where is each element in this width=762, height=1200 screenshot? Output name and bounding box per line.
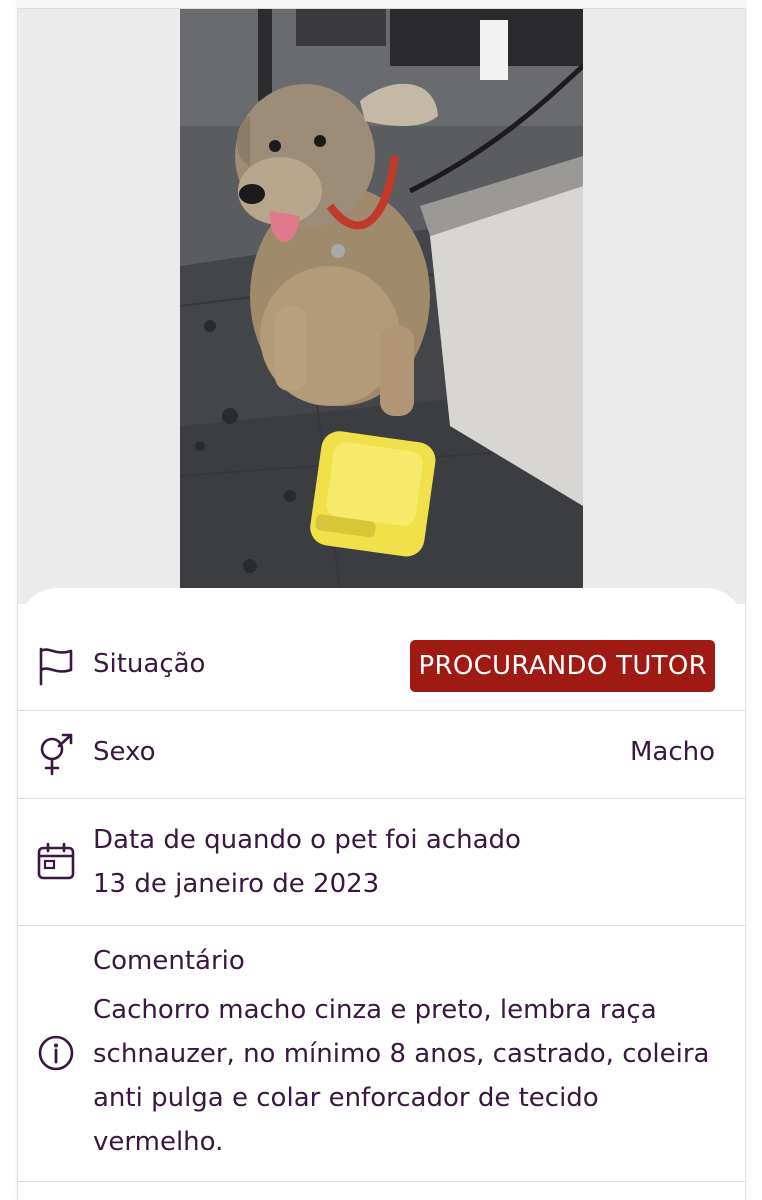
situation-row: Situação PROCURANDO TUTOR bbox=[18, 588, 745, 711]
found-date-row: Data de quando o pet foi achado 13 de ja… bbox=[18, 798, 745, 926]
comment-label: Comentário bbox=[93, 946, 245, 976]
sex-label: Sexo bbox=[93, 737, 156, 767]
found-date-value: 13 de janeiro de 2023 bbox=[93, 869, 380, 899]
details-sheet: Situação PROCURANDO TUTOR Sexo Macho Dat… bbox=[18, 588, 745, 1200]
found-date-label: Data de quando o pet foi achado bbox=[93, 825, 521, 855]
photo-area bbox=[18, 6, 745, 604]
sex-value: Macho bbox=[629, 737, 715, 767]
comment-text: Cachorro macho cinza e preto, lembra raç… bbox=[93, 995, 710, 1157]
calendar-icon bbox=[36, 841, 76, 881]
top-edge bbox=[17, 0, 746, 9]
pet-photo[interactable] bbox=[180, 6, 583, 592]
status-badge: PROCURANDO TUTOR bbox=[410, 640, 715, 692]
flag-icon bbox=[36, 646, 76, 686]
comment-row: Comentário Cachorro macho cinza e preto,… bbox=[18, 925, 745, 1182]
gender-icon bbox=[36, 733, 76, 776]
sex-row: Sexo Macho bbox=[18, 710, 745, 799]
info-icon bbox=[36, 1033, 76, 1073]
pet-detail-card: Situação PROCURANDO TUTOR Sexo Macho Dat… bbox=[17, 0, 746, 1200]
situation-label: Situação bbox=[93, 649, 206, 679]
